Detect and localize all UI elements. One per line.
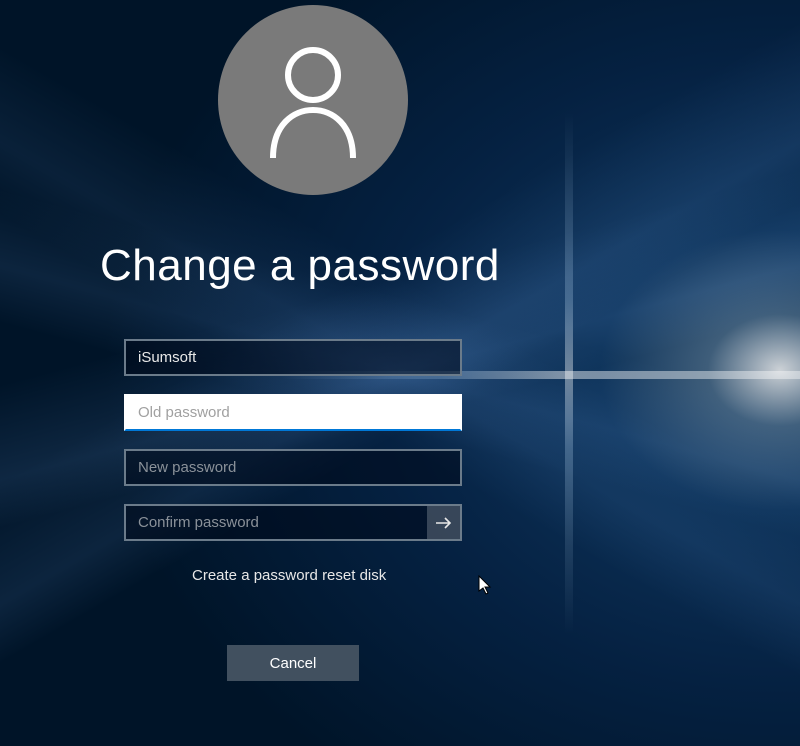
password-form: Create a password reset disk Cancel <box>124 339 800 681</box>
user-avatar <box>218 5 408 195</box>
username-input[interactable] <box>124 339 462 376</box>
arrow-right-icon <box>435 516 453 530</box>
new-password-input[interactable] <box>124 449 462 486</box>
submit-button[interactable] <box>427 506 460 539</box>
old-password-input[interactable] <box>124 394 462 431</box>
user-icon <box>258 40 368 160</box>
confirm-password-input[interactable] <box>124 504 462 541</box>
cancel-button[interactable]: Cancel <box>227 645 359 681</box>
page-title: Change a password <box>100 241 800 291</box>
create-reset-disk-link[interactable]: Create a password reset disk <box>192 567 386 584</box>
